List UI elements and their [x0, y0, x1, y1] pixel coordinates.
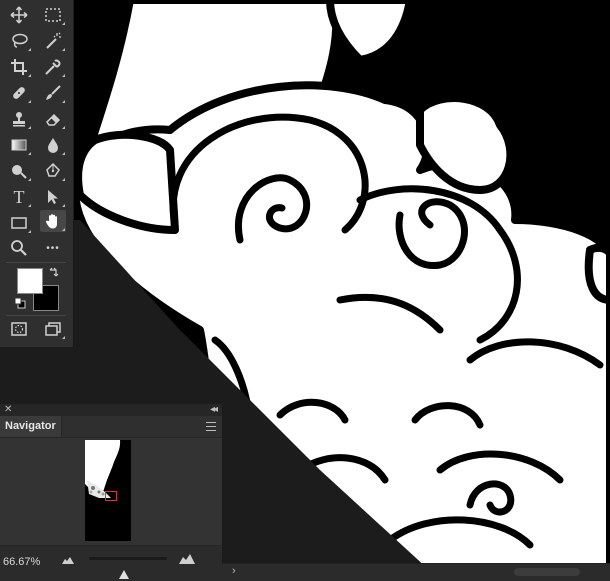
zoom-icon	[11, 240, 27, 256]
quick-mask-button[interactable]	[6, 318, 32, 340]
gradient-icon	[11, 139, 27, 151]
navigator-panel: ✕ ◂◂ Navigator 66.67%	[0, 404, 223, 581]
path-selection-tool[interactable]	[40, 186, 66, 208]
magic-wand-icon	[46, 32, 61, 49]
navigator-footer: 66.67%	[0, 545, 222, 581]
rect-marquee-icon	[45, 8, 61, 22]
zoom-slider-thumb[interactable]	[119, 570, 130, 579]
hand-tool[interactable]	[40, 210, 66, 232]
eraser-tool[interactable]	[40, 108, 66, 130]
magic-wand-tool[interactable]	[40, 30, 66, 52]
clone-stamp-tool[interactable]	[6, 108, 32, 130]
drop-icon	[48, 138, 58, 153]
zoom-out-icon[interactable]	[62, 556, 74, 564]
swap-colors-icon[interactable]	[48, 266, 60, 278]
screen-mode-icon	[45, 322, 61, 336]
eyedropper-icon	[45, 59, 61, 75]
dodge-icon	[12, 165, 27, 179]
move-icon	[10, 6, 28, 24]
stamp-icon	[13, 112, 25, 127]
zoom-value-field[interactable]: 66.67%	[3, 556, 40, 568]
toolbar-divider	[6, 315, 66, 316]
shape-tool[interactable]	[6, 212, 32, 234]
navigator-thumbnail	[85, 440, 131, 541]
zoom-tool[interactable]	[6, 237, 32, 259]
lasso-tool[interactable]	[6, 30, 32, 52]
panel-header: ✕ ◂◂	[0, 404, 222, 416]
close-icon[interactable]: ✕	[4, 405, 12, 415]
dodge-tool[interactable]	[6, 160, 32, 182]
default-colors-icon[interactable]	[14, 297, 26, 309]
hand-icon	[45, 214, 57, 229]
eraser-icon	[46, 113, 61, 126]
pen-tool[interactable]	[40, 160, 66, 182]
navigator-preview[interactable]	[0, 438, 222, 545]
horizontal-scrollbar[interactable]: ›	[222, 563, 610, 581]
collapse-icon[interactable]: ◂◂	[210, 404, 218, 416]
zoom-slider[interactable]	[89, 557, 167, 579]
arrow-icon	[48, 190, 58, 204]
brush-tool[interactable]	[40, 82, 66, 104]
foreground-color-swatch[interactable]	[17, 268, 43, 294]
zoom-in-icon[interactable]	[179, 554, 195, 564]
rectangle-icon	[11, 217, 27, 229]
quick-mask-icon	[11, 322, 27, 336]
move-tool[interactable]	[6, 4, 32, 26]
tools-panel: T •••	[0, 0, 74, 348]
eyedropper-tool[interactable]	[40, 56, 66, 78]
screen-mode-button[interactable]	[40, 318, 66, 340]
type-tool[interactable]: T	[6, 186, 32, 208]
gradient-tool[interactable]	[6, 134, 32, 156]
pen-icon	[46, 162, 60, 177]
panel-tab-bar: Navigator	[0, 416, 222, 438]
brush-icon	[46, 85, 61, 100]
navigator-view-rectangle[interactable]	[105, 491, 117, 501]
bandage-icon	[13, 87, 25, 99]
type-icon: T	[13, 187, 25, 207]
blur-tool[interactable]	[40, 134, 66, 156]
marquee-tool[interactable]	[40, 4, 66, 26]
lasso-icon	[12, 33, 28, 48]
toolbar-divider	[6, 262, 66, 263]
more-tools[interactable]: •••	[40, 237, 66, 259]
healing-brush-tool[interactable]	[6, 82, 32, 104]
ellipsis-icon: •••	[46, 242, 60, 254]
panel-menu-icon[interactable]	[206, 422, 216, 431]
chevron-right-icon[interactable]: ›	[232, 565, 236, 577]
crop-tool[interactable]	[6, 56, 32, 78]
crop-icon	[11, 59, 27, 75]
tab-navigator[interactable]: Navigator	[0, 416, 62, 437]
scrollbar-thumb[interactable]	[514, 568, 580, 576]
